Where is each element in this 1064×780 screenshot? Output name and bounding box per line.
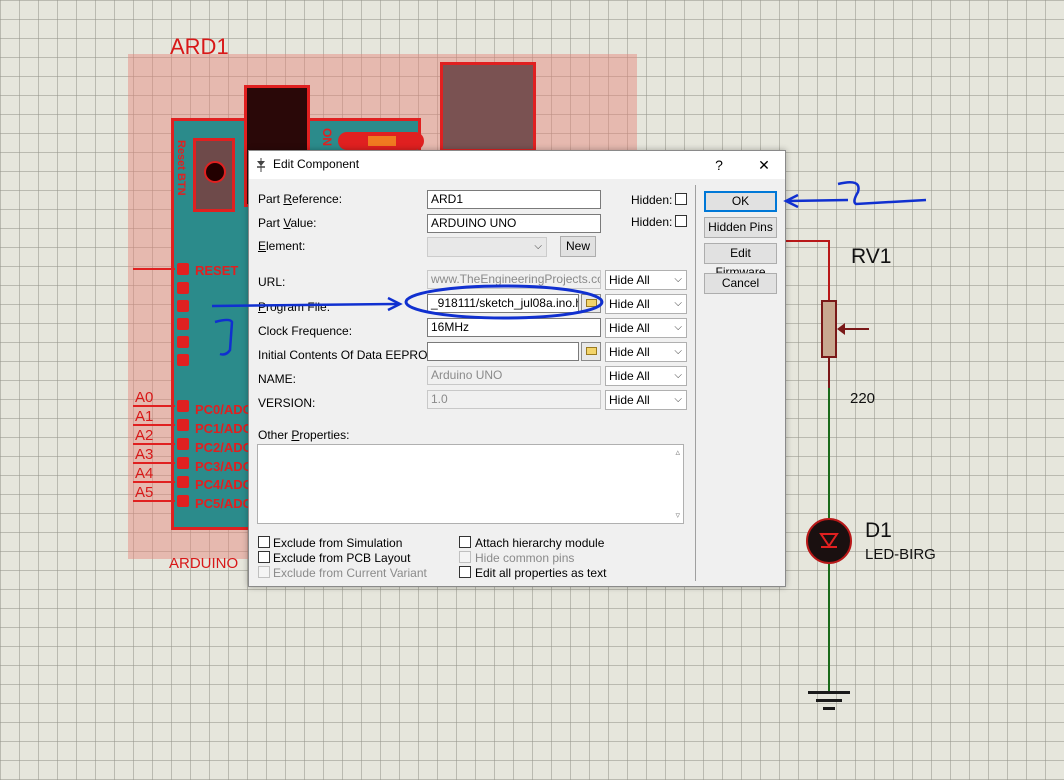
annotation-overlay [211, 181, 927, 356]
